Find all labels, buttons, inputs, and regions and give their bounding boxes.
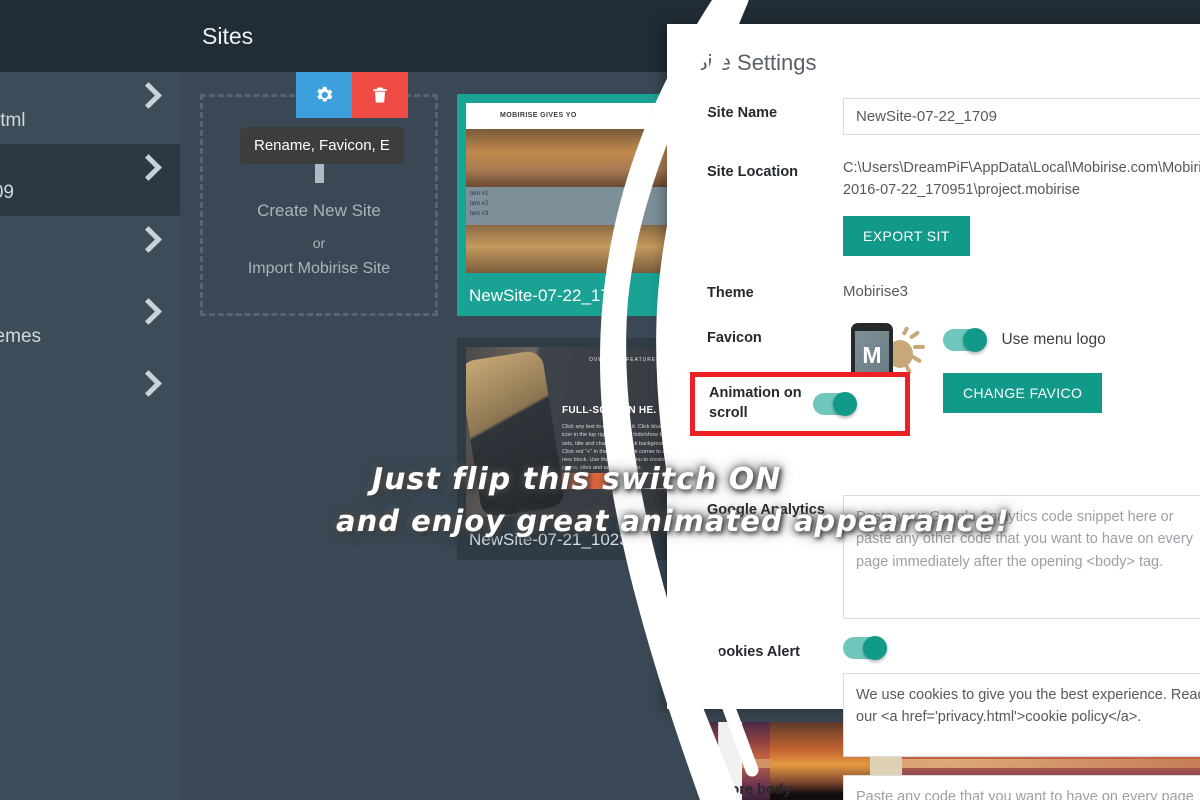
annotation-line-2: and enjoy great animated appearance! bbox=[336, 504, 1010, 538]
theme-row: Theme Mobirise3 bbox=[667, 278, 1200, 301]
sidebar-item-label: icons.html bbox=[0, 110, 26, 131]
use-menu-logo-toggle[interactable] bbox=[943, 327, 987, 352]
site-name-row: Site Name NewSite-07-22_1709 bbox=[667, 98, 1200, 135]
site-thumbnail: MOBIRISE GIVES YO tem #1 tem #2 tem #3 bbox=[466, 103, 686, 273]
site-card-caption: NewSite-07-22_1709 bbox=[469, 286, 629, 305]
export-site-button[interactable]: EXPORT SIT bbox=[843, 215, 970, 256]
cookies-alert-textarea[interactable]: We use cookies to give you the best expe… bbox=[843, 672, 1200, 757]
chevron-right-icon bbox=[135, 154, 162, 181]
sidebar-header bbox=[0, 0, 180, 72]
site-location-row: Site Location C:\Users\DreamPiF\AppData\… bbox=[667, 157, 1200, 256]
import-mobirise-site-label: Import Mobirise Site bbox=[247, 259, 391, 277]
site-name-label: Site Name bbox=[707, 105, 778, 121]
chevron-right-icon bbox=[135, 226, 162, 253]
sidebar-item-4[interactable] bbox=[0, 360, 180, 432]
chevron-right-icon bbox=[135, 82, 162, 109]
thumb-heading: FULL-SCREEN HE. bbox=[562, 405, 657, 416]
trash-icon[interactable] bbox=[352, 72, 408, 118]
thumb-heading: MOBIRISE GIVES YO bbox=[500, 112, 577, 119]
sidebar-item-label: ail.com bbox=[0, 254, 180, 276]
before-body-row: Before body Paste any code that you want… bbox=[667, 774, 1200, 800]
annotation-line-1: Just flip this switch ON bbox=[372, 462, 782, 497]
site-card-toolbar bbox=[296, 72, 408, 118]
before-body-label: Before body bbox=[707, 781, 792, 798]
chevron-right-icon bbox=[135, 370, 162, 397]
animation-on-scroll-toggle[interactable] bbox=[813, 392, 857, 416]
or-label: or bbox=[312, 234, 326, 251]
use-menu-logo-label: Use menu logo bbox=[1001, 330, 1106, 348]
animation-on-scroll-label: Animation on scroll bbox=[709, 385, 802, 421]
animation-on-scroll-highlight: Animation on scroll bbox=[690, 372, 910, 436]
change-favicon-button[interactable]: CHANGE FAVICO bbox=[943, 372, 1103, 413]
before-body-textarea[interactable]: Paste any code that you want to have on … bbox=[843, 774, 1200, 800]
site-location-label: Site Location bbox=[707, 164, 799, 180]
sidebar-item-2[interactable]: ail.com bbox=[0, 216, 180, 288]
gear-icon[interactable] bbox=[296, 72, 352, 118]
dialog-title: Site Settings bbox=[693, 50, 817, 75]
chevron-right-icon bbox=[135, 298, 162, 325]
sidebar-item-1[interactable]: 22_1709 bbox=[0, 144, 180, 216]
card-tooltip: Rename, Favicon, E bbox=[240, 127, 404, 164]
cookies-alert-row: Cookies Alert We use cookies to give you… bbox=[667, 635, 1200, 757]
sidebar-item-label: s & Themes bbox=[0, 326, 42, 347]
site-name-input[interactable]: NewSite-07-22_1709 bbox=[843, 98, 1200, 135]
sidebar-item-0[interactable]: icons.html bbox=[0, 72, 180, 144]
sidebar-item-label: 22_1709 bbox=[0, 182, 14, 203]
theme-value: Mobirise3 bbox=[843, 282, 909, 300]
cookies-alert-toggle[interactable] bbox=[843, 635, 887, 660]
site-card-0[interactable]: MOBIRISE GIVES YO tem #1 tem #2 tem #3 N… bbox=[457, 94, 695, 316]
page-title: Sites bbox=[202, 22, 254, 49]
create-new-site-label: Create New Site bbox=[257, 200, 381, 220]
sidebar: icons.html 22_1709 ail.com s & Themes bbox=[0, 0, 180, 800]
cookies-alert-label: Cookies Alert bbox=[707, 643, 800, 660]
site-settings-dialog: Site Settings Site Name NewSite-07-22_17… bbox=[667, 24, 1200, 800]
theme-label: Theme bbox=[707, 284, 754, 301]
site-location-value: C:\Users\DreamPiF\AppData\Local\Mobirise… bbox=[843, 160, 1200, 199]
sidebar-item-3[interactable]: s & Themes bbox=[0, 288, 180, 360]
